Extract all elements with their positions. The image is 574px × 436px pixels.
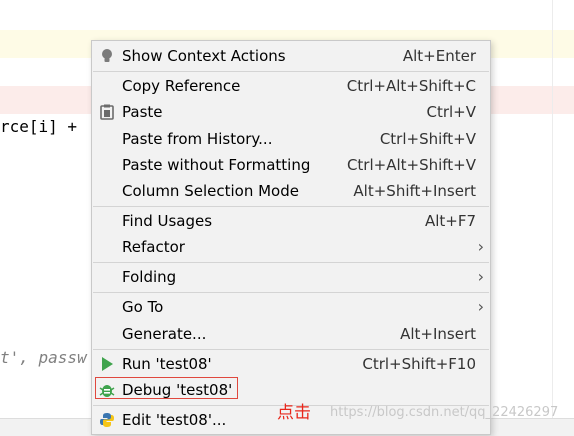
menu-item-shortcut: Ctrl+V	[426, 103, 476, 121]
context-menu: Show Context Actions Alt+Enter Copy Refe…	[91, 40, 491, 435]
menu-item-shortcut: Ctrl+Shift+F10	[362, 355, 476, 373]
menu-item-go-to[interactable]: Go To ›	[92, 294, 490, 320]
menu-item-label: Paste from History...	[122, 130, 273, 148]
watermark: https://blog.csdn.net/qq_22426297	[330, 405, 559, 420]
lightbulb-icon	[99, 48, 115, 64]
menu-item-shortcut: Ctrl+Alt+Shift+C	[346, 77, 476, 95]
submenu-arrow-icon: ›	[477, 267, 484, 286]
menu-item-column-selection-mode[interactable]: Column Selection Mode Alt+Shift+Insert	[92, 178, 490, 204]
menu-item-generate[interactable]: Generate... Alt+Insert	[92, 321, 490, 347]
menu-item-refactor[interactable]: Refactor ›	[92, 234, 490, 260]
menu-item-shortcut: Ctrl+Alt+Shift+V	[346, 156, 476, 174]
menu-item-run[interactable]: Run 'test08' Ctrl+Shift+F10	[92, 351, 490, 377]
menu-item-label: Go To	[122, 298, 164, 316]
menu-item-paste-from-history[interactable]: Paste from History... Ctrl+Shift+V	[92, 126, 490, 152]
menu-item-label: Find Usages	[122, 212, 213, 230]
debug-icon	[99, 382, 115, 398]
menu-item-label: Refactor	[122, 238, 185, 256]
menu-item-paste-without-formatting[interactable]: Paste without Formatting Ctrl+Alt+Shift+…	[92, 152, 490, 178]
menu-item-shortcut: Alt+F7	[424, 212, 476, 230]
menu-item-shortcut: Ctrl+Shift+V	[379, 130, 476, 148]
menu-item-find-usages[interactable]: Find Usages Alt+F7	[92, 208, 490, 234]
menu-item-copy-reference[interactable]: Copy Reference Ctrl+Alt+Shift+C	[92, 73, 490, 99]
menu-item-show-context-actions[interactable]: Show Context Actions Alt+Enter	[92, 43, 490, 69]
submenu-arrow-icon: ›	[477, 237, 484, 256]
code-line: t', passw	[0, 348, 87, 367]
annotation-label: 点击	[277, 403, 311, 423]
menu-item-label: Generate...	[122, 325, 207, 343]
menu-separator	[93, 349, 489, 350]
menu-separator	[93, 292, 489, 293]
menu-item-folding[interactable]: Folding ›	[92, 264, 490, 290]
menu-separator	[93, 71, 489, 72]
menu-item-shortcut: Alt+Insert	[400, 325, 476, 343]
menu-item-label: Debug 'test08'	[122, 381, 233, 399]
menu-item-label: Show Context Actions	[122, 47, 286, 65]
menu-item-paste[interactable]: Paste Ctrl+V	[92, 99, 490, 125]
menu-item-label: Edit 'test08'...	[122, 411, 227, 429]
submenu-arrow-icon: ›	[477, 297, 484, 316]
menu-item-label: Copy Reference	[122, 77, 241, 95]
code-line: rce[i] +	[0, 117, 78, 136]
menu-item-shortcut: Alt+Enter	[402, 47, 476, 65]
menu-item-label: Run 'test08'	[122, 355, 212, 373]
menu-separator	[93, 206, 489, 207]
menu-item-label: Folding	[122, 268, 177, 286]
menu-item-label: Paste	[122, 103, 163, 121]
right-margin-guide	[552, 0, 553, 435]
menu-item-label: Column Selection Mode	[122, 182, 299, 200]
python-icon	[99, 412, 115, 428]
clipboard-icon	[99, 104, 115, 120]
menu-item-label: Paste without Formatting	[122, 156, 311, 174]
menu-separator	[93, 262, 489, 263]
run-icon	[99, 356, 115, 372]
menu-item-shortcut: Alt+Shift+Insert	[353, 182, 476, 200]
